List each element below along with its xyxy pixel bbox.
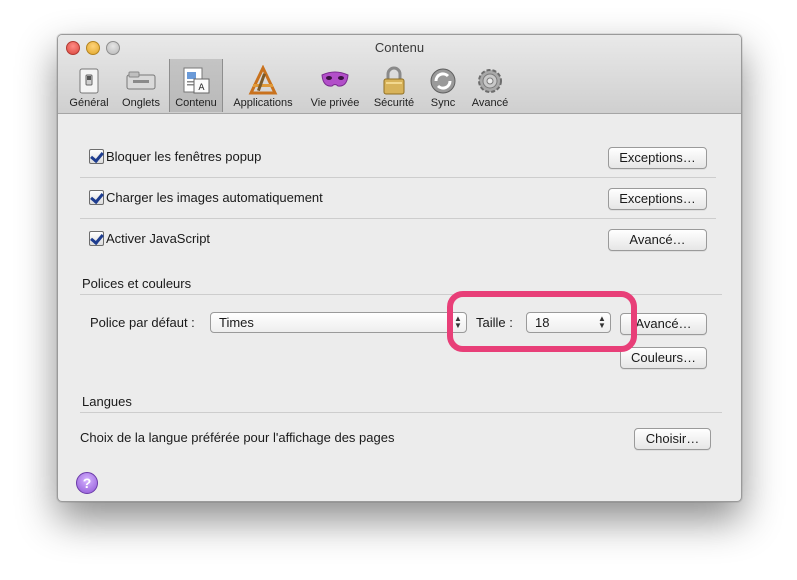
select-arrows-icon: ▲ ▼ bbox=[598, 314, 606, 330]
svg-text:A: A bbox=[198, 83, 205, 93]
content-document-icon: A bbox=[183, 67, 210, 94]
toolbar-item-sync[interactable]: Sync bbox=[422, 61, 464, 111]
separator bbox=[80, 177, 716, 178]
choose-language-button[interactable]: Choisir… bbox=[634, 428, 711, 450]
advanced-gear-icon bbox=[478, 69, 502, 93]
load-images-checkbox[interactable] bbox=[89, 190, 104, 205]
window-title: Contenu bbox=[374, 40, 425, 55]
colors-button[interactable]: Couleurs… bbox=[620, 347, 707, 369]
general-switch-icon bbox=[79, 68, 99, 94]
font-size-value: 18 bbox=[535, 315, 550, 330]
fonts-section-title: Polices et couleurs bbox=[82, 276, 192, 291]
separator bbox=[80, 294, 722, 295]
block-popups-checkbox[interactable] bbox=[89, 149, 104, 164]
fonts-advanced-button[interactable]: Avancé… bbox=[620, 313, 707, 335]
popup-exceptions-button[interactable]: Exceptions… bbox=[608, 147, 707, 169]
font-size-select[interactable]: 18 ▲ ▼ bbox=[526, 312, 611, 333]
default-font-select[interactable]: Times ▲ ▼ bbox=[210, 312, 467, 333]
select-arrows-icon: ▲ ▼ bbox=[454, 314, 462, 330]
toolbar-item-label: Onglets bbox=[122, 97, 160, 109]
toolbar-item-label: Applications bbox=[233, 97, 293, 109]
toolbar-item-label: Contenu bbox=[175, 97, 217, 109]
languages-section-title: Langues bbox=[82, 394, 132, 409]
toolbar-item-label: Sync bbox=[430, 97, 456, 109]
enable-javascript-label: Activer JavaScript bbox=[106, 231, 211, 246]
title-bar: Contenu Général Onglets A Contenu Applic… bbox=[58, 35, 741, 114]
preferences-window: Contenu Général Onglets A Contenu Applic… bbox=[57, 34, 742, 502]
load-images-label: Charger les images automatiquement bbox=[106, 190, 323, 205]
toolbar-item-security[interactable]: Sécurité bbox=[368, 61, 420, 111]
security-padlock-icon bbox=[383, 66, 405, 95]
toolbar-item-label: Général bbox=[69, 97, 109, 109]
toolbar-item-advanced[interactable]: Avancé bbox=[466, 61, 514, 111]
sync-icon bbox=[430, 68, 456, 94]
applications-icon bbox=[248, 65, 278, 95]
toolbar-item-label: Avancé bbox=[471, 97, 509, 109]
help-button[interactable]: ? bbox=[76, 472, 98, 494]
default-font-label: Police par défaut : bbox=[90, 315, 195, 330]
enable-javascript-checkbox[interactable] bbox=[89, 231, 104, 246]
toolbar-item-applications[interactable]: Applications bbox=[226, 61, 300, 111]
toolbar-item-privacy[interactable]: Vie privée bbox=[304, 61, 366, 111]
images-exceptions-button[interactable]: Exceptions… bbox=[608, 188, 707, 210]
toolbar-item-label: Vie privée bbox=[310, 97, 360, 109]
language-description: Choix de la langue préférée pour l'affic… bbox=[80, 430, 395, 445]
javascript-advanced-button[interactable]: Avancé… bbox=[608, 229, 707, 251]
privacy-mask-icon bbox=[321, 71, 349, 87]
content-pane: Bloquer les fenêtres popup Exceptions… C… bbox=[58, 114, 741, 501]
tabs-icon bbox=[126, 71, 156, 90]
default-font-value: Times bbox=[219, 315, 254, 330]
block-popups-label: Bloquer les fenêtres popup bbox=[106, 149, 262, 164]
toolbar-item-tabs[interactable]: Onglets bbox=[116, 61, 166, 111]
toolbar-item-label: Sécurité bbox=[373, 97, 415, 109]
font-size-label: Taille : bbox=[476, 315, 513, 330]
toolbar-item-general[interactable]: Général bbox=[64, 61, 114, 111]
separator bbox=[80, 218, 716, 219]
separator bbox=[80, 412, 722, 413]
toolbar-item-content[interactable]: A Contenu bbox=[169, 59, 223, 112]
